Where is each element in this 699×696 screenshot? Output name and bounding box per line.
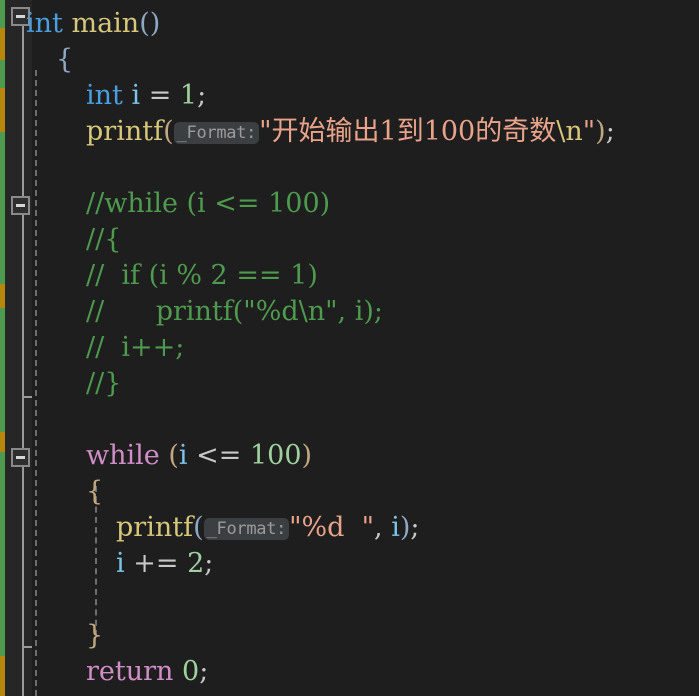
string-literal: "开始输出1到100的奇数 <box>259 116 557 147</box>
identifier-token: i <box>116 548 125 579</box>
function-token: main <box>71 8 140 39</box>
punctuation-token: ; <box>197 80 207 111</box>
code-line[interactable]: // i++; <box>86 330 184 366</box>
punctuation-token <box>241 440 250 471</box>
code-line[interactable]: int main() <box>26 6 160 42</box>
function-token: printf <box>116 512 194 543</box>
code-comment: // i++; <box>86 332 185 363</box>
code-comment: // printf("%d\n", i); <box>86 296 383 327</box>
punctuation-token: } <box>86 620 104 651</box>
punctuation-token <box>188 440 197 471</box>
type-token: int <box>26 8 63 39</box>
punctuation-token: += <box>124 548 188 579</box>
code-line[interactable]: int i = 1; <box>86 78 206 114</box>
code-line[interactable]: while (i <= 100) <box>86 438 312 474</box>
punctuation-token: = <box>140 80 180 111</box>
punctuation-token: \n <box>556 116 583 147</box>
number-token: 2 <box>187 548 205 579</box>
code-line[interactable]: //while (i <= 100) <box>86 186 330 222</box>
punctuation-token: ( <box>163 116 174 147</box>
punctuation-token: ) <box>399 512 411 543</box>
inlay-parameter-hint: _Format: <box>173 122 260 144</box>
code-content[interactable]: int main(){int i = 1; printf(_Format: "开始输… <box>0 0 699 696</box>
punctuation-token: ; <box>199 656 209 687</box>
punctuation-token: ) <box>595 116 606 147</box>
code-line[interactable]: printf(_Format: "开始输出1到100的奇数\n"); <box>86 114 615 150</box>
code-line[interactable]: printf(_Format: "%d ", i); <box>116 510 420 546</box>
punctuation-token: ( <box>193 512 204 543</box>
identifier-token: i <box>391 512 400 543</box>
identifier-token: i <box>178 440 188 471</box>
inlay-parameter-hint: _Format: <box>203 518 290 540</box>
number-token: 0 <box>182 656 200 687</box>
code-line[interactable]: } <box>86 618 103 654</box>
code-comment: //{ <box>86 224 122 255</box>
number-token: 1 <box>179 80 198 111</box>
code-line[interactable]: i += 2; <box>116 546 213 582</box>
string-literal: "%d " <box>289 512 375 543</box>
punctuation-token <box>173 656 182 687</box>
type-token: int <box>86 80 123 111</box>
punctuation-token: { <box>56 44 74 75</box>
punctuation-token: ; <box>410 512 420 543</box>
code-line[interactable]: // if (i % 2 == 1) <box>86 258 318 294</box>
function-token: printf <box>86 116 164 147</box>
code-line[interactable]: { <box>86 474 103 510</box>
code-line[interactable]: // printf("%d\n", i); <box>86 294 383 330</box>
code-comment: //} <box>86 368 122 399</box>
string-literal: " <box>582 116 596 147</box>
keyword-token: while <box>86 440 160 471</box>
punctuation-token: ( <box>168 440 179 471</box>
code-line[interactable]: //} <box>86 366 121 402</box>
code-line[interactable]: //{ <box>86 222 121 258</box>
number-token: 100 <box>249 440 302 471</box>
code-line[interactable]: return 0; <box>86 654 208 690</box>
punctuation-token: { <box>86 476 104 507</box>
punctuation-token: ) <box>149 8 161 39</box>
keyword-token: return <box>86 656 174 687</box>
code-comment: //while (i <= 100) <box>86 188 331 219</box>
punctuation-token: ) <box>301 440 313 471</box>
punctuation-token: ( <box>139 8 150 39</box>
punctuation-token: <= <box>196 440 242 471</box>
identifier-token: i <box>131 80 141 111</box>
code-editor[interactable]: int main(){int i = 1; printf(_Format: "开始输… <box>0 0 699 696</box>
punctuation-token: ; <box>605 116 615 147</box>
code-line[interactable]: { <box>56 42 73 78</box>
punctuation-token: ; <box>204 548 214 579</box>
code-comment: // if (i % 2 == 1) <box>86 260 318 291</box>
punctuation-token: , <box>374 512 392 543</box>
